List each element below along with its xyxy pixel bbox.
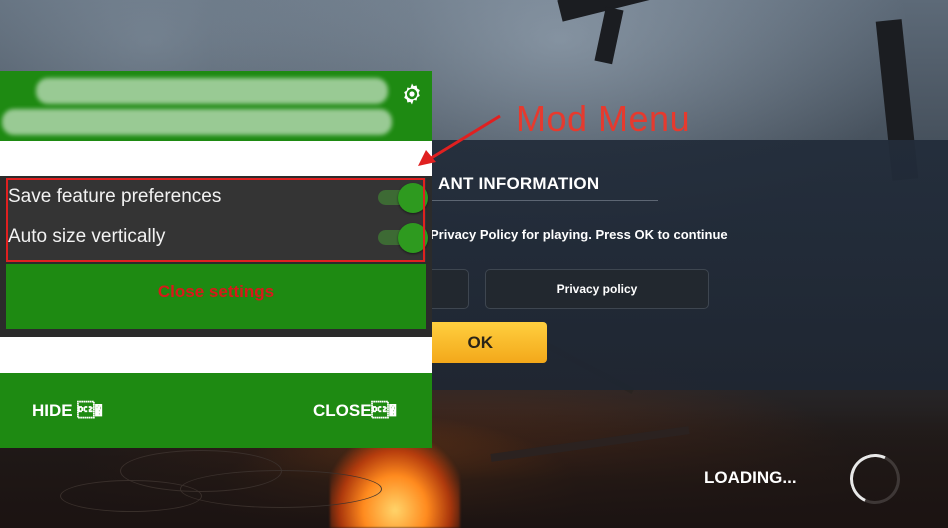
barbed-wire [60,480,202,512]
dialog-title-divider [432,200,658,201]
close-button[interactable]: CLOSE� [313,401,397,421]
blurred-subtitle [2,109,392,135]
screen: ANT INFORMATION Privacy Policy for playi… [0,0,948,528]
annotation-arrow-icon [418,114,501,166]
privacy-policy-button[interactable]: Privacy policy [485,269,709,309]
close-settings-button[interactable]: Close settings [6,264,426,329]
gear-icon-graphic [404,83,420,105]
ok-button[interactable]: OK [416,322,547,363]
blurred-title [36,78,388,104]
barbed-wire [180,470,382,508]
mod-menu-header[interactable] [0,71,432,141]
dialog-body-text: Privacy Policy for playing. Press OK to … [430,227,728,242]
gear-icon[interactable] [400,82,424,106]
annotation-label: Mod Menu [516,98,691,139]
hide-button[interactable]: HIDE � [32,401,103,421]
loading-label: LOADING... [704,468,797,487]
dialog-title: ANT INFORMATION [438,174,600,193]
annotation-highlight-box [6,178,425,262]
